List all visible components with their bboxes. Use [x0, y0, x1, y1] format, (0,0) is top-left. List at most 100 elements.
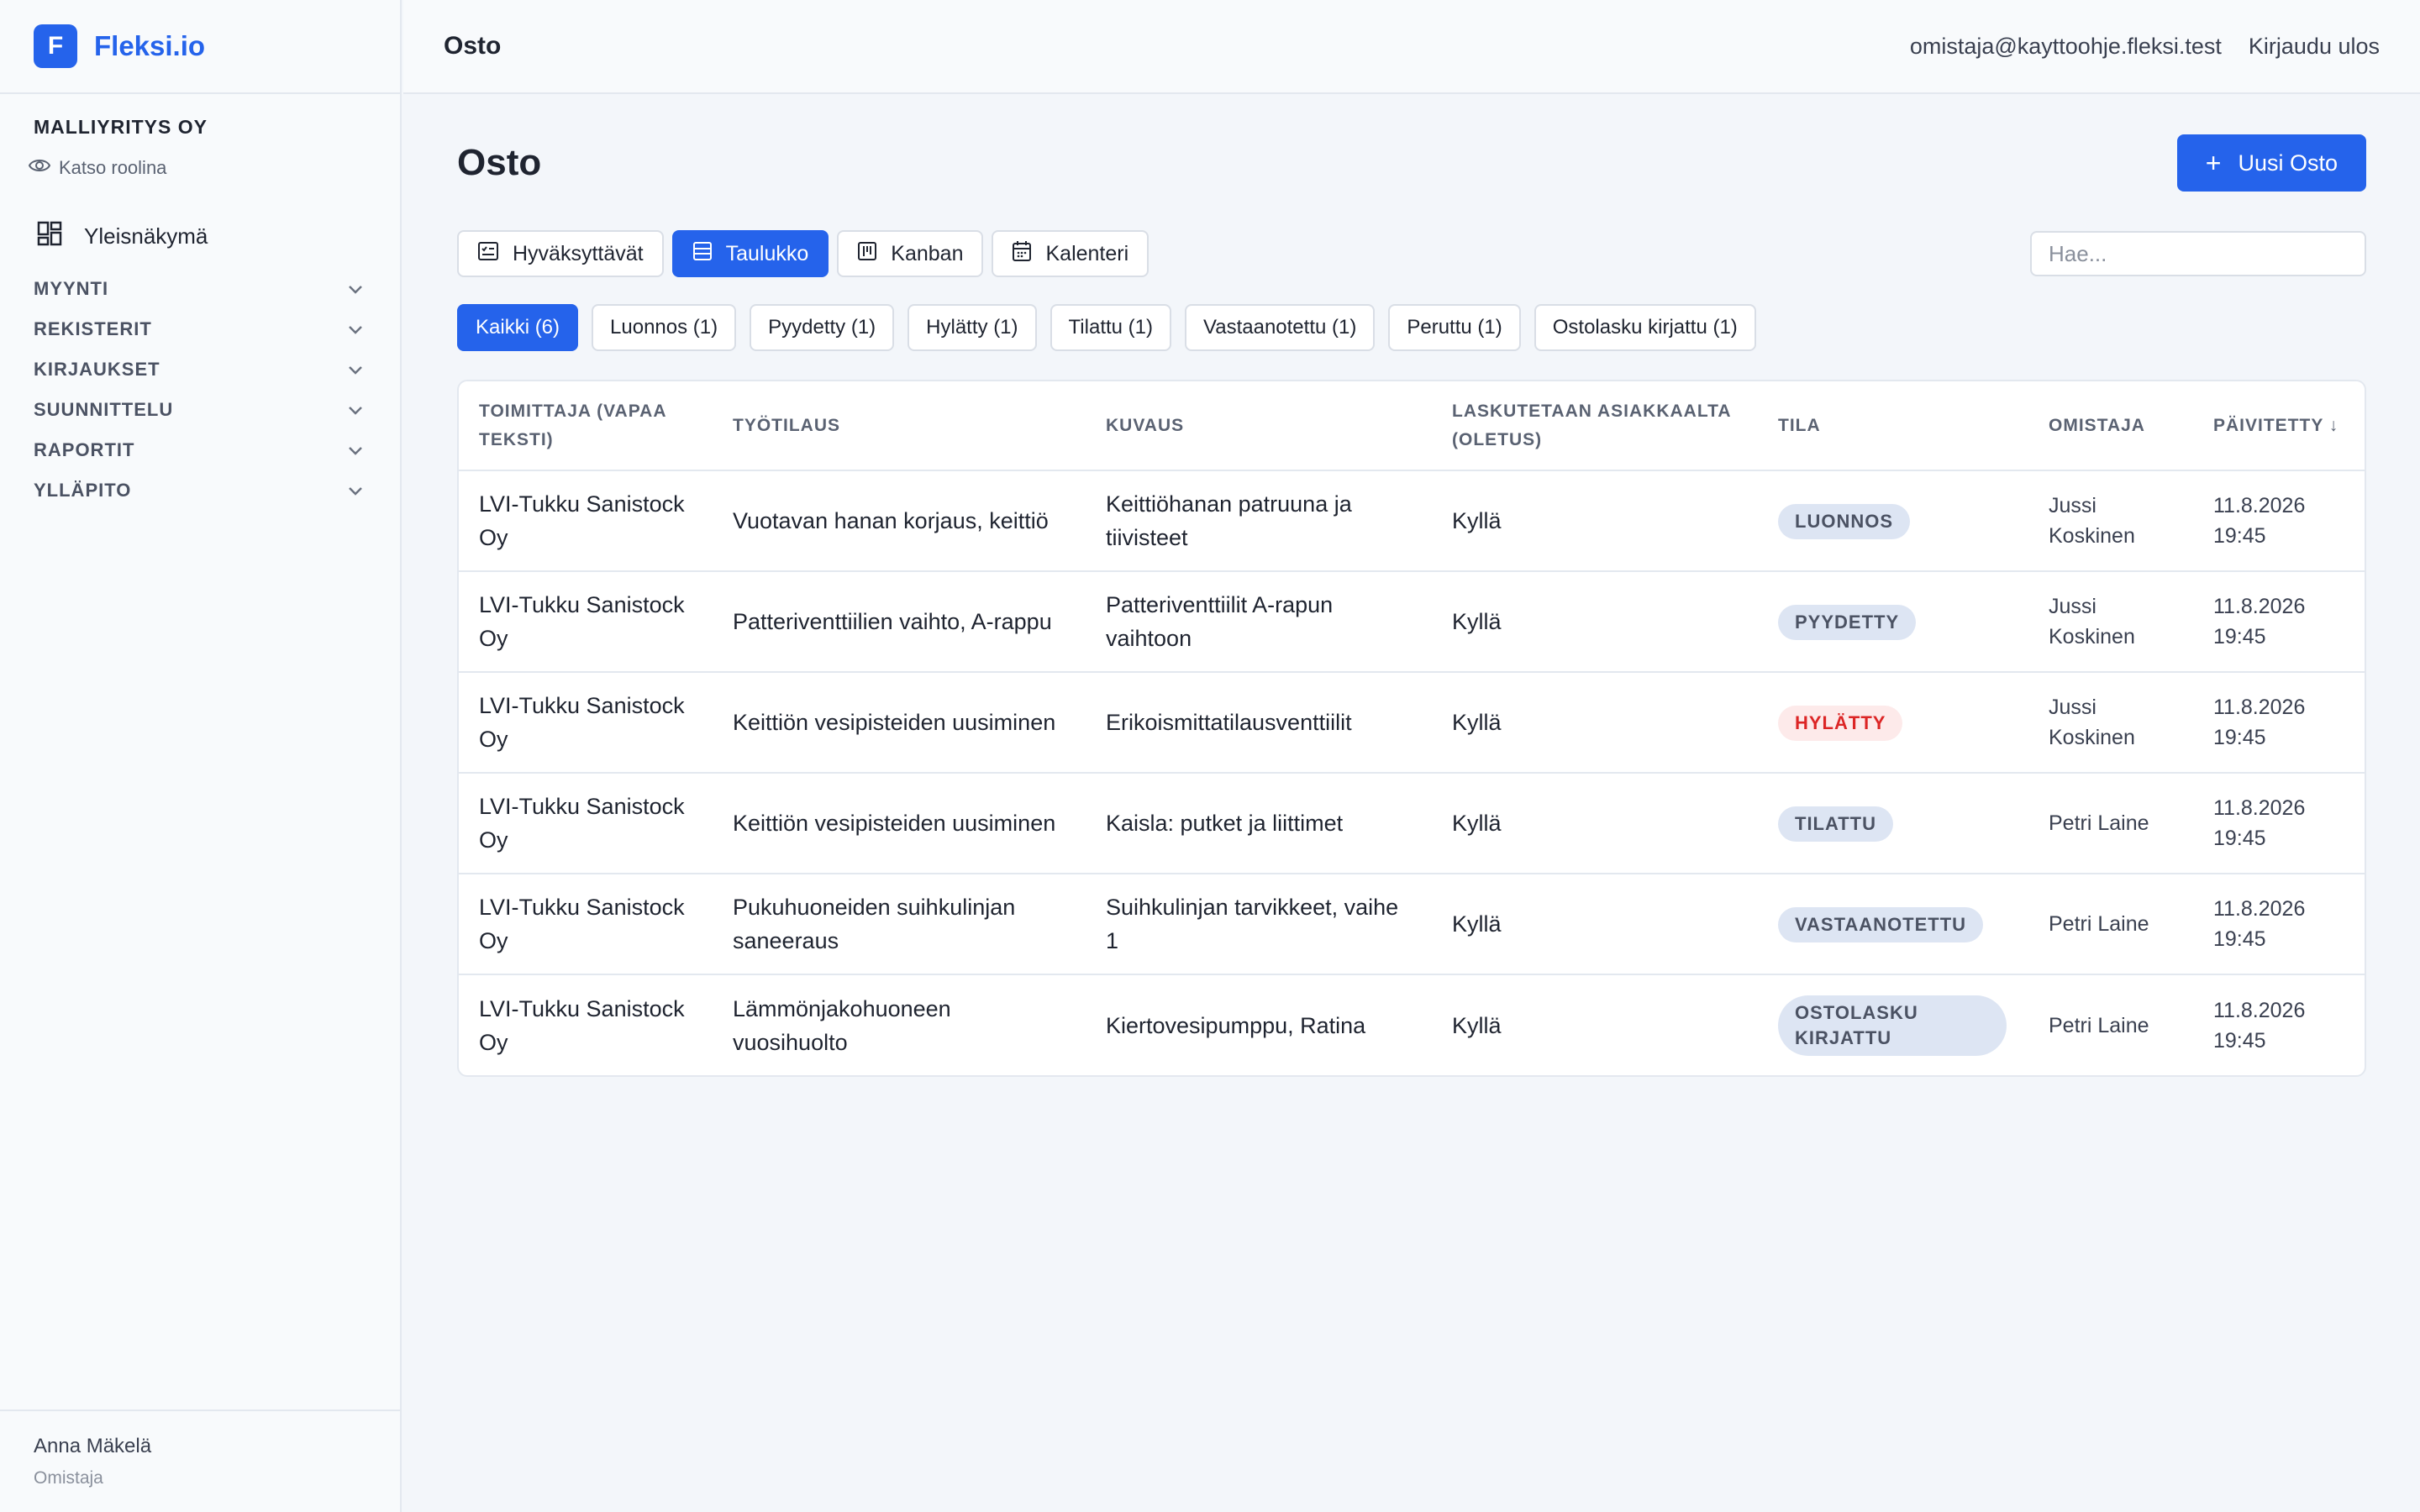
section-label: SUUNNITTELU [34, 399, 174, 420]
column-header-description[interactable]: KUVAUS [1086, 381, 1432, 471]
topbar-title: Osto [444, 32, 502, 60]
new-purchase-button[interactable]: + Uusi Osto [2176, 134, 2366, 192]
column-header-owner[interactable]: OMISTAJA [2028, 381, 2193, 471]
brand[interactable]: F Fleksi.io [0, 0, 400, 94]
logout-link[interactable]: Kirjaudu ulos [2249, 34, 2380, 60]
cell-work-order: Keittiön vesipisteiden uusiminen [713, 773, 1086, 874]
table-icon [692, 241, 726, 267]
status-badge: HYLÄTTY [1778, 705, 1903, 741]
cell-work-order: Vuotavan hanan korjaus, keittiö [713, 470, 1086, 572]
sidebar-section-myynti[interactable]: MYYNTI [0, 269, 400, 309]
cell-supplier: LVI-Tukku Sanistock Oy [459, 773, 713, 874]
tab-label: Kalenteri [1045, 241, 1129, 265]
cell-billed: Kyllä [1432, 773, 1758, 874]
filter-rejected[interactable]: Hylätty (1) [908, 304, 1037, 351]
cell-work-order: Pukuhuoneiden suihkulinjan saneeraus [713, 874, 1086, 975]
calendar-icon [1012, 240, 1045, 268]
cell-updated: 11.8.2026 19:45 [2193, 672, 2365, 774]
filter-ordered[interactable]: Tilattu (1) [1050, 304, 1171, 351]
plus-icon: + [2205, 148, 2222, 178]
cell-description: Patteriventtiilit A-rapun vaihtoon [1086, 571, 1432, 673]
cell-status: PYYDETTY [1758, 571, 2028, 673]
section-label: RAPORTIT [34, 439, 135, 460]
status-badge: TILATTU [1778, 806, 1894, 842]
cell-owner: Jussi Koskinen [2028, 571, 2193, 673]
company-name: MALLIYRITYS OY [34, 116, 208, 138]
sidebar-section-yllapito[interactable]: YLLÄPITO [0, 470, 400, 511]
cell-billed: Kyllä [1432, 672, 1758, 774]
table-row[interactable]: LVI-Tukku Sanistock Oy Keittiön vesipist… [459, 773, 2365, 874]
view-as-role-link[interactable]: Katso roolina [28, 157, 366, 179]
tab-kanban[interactable]: Kanban [837, 230, 984, 277]
table-row[interactable]: LVI-Tukku Sanistock Oy Keittiön vesipist… [459, 672, 2365, 774]
search-input[interactable] [2030, 231, 2366, 276]
sidebar-item-overview[interactable]: Yleisnäkymä [0, 221, 400, 252]
status-badge: VASTAANOTETTU [1778, 906, 1984, 942]
column-header-billed[interactable]: LASKUTETAAN ASIAKKAALTA (OLETUS) [1432, 381, 1758, 471]
table-row[interactable]: LVI-Tukku Sanistock Oy Pukuhuoneiden sui… [459, 874, 2365, 975]
page-header: Osto + Uusi Osto [457, 134, 2366, 192]
cell-owner: Jussi Koskinen [2028, 672, 2193, 774]
section-label: MYYNTI [34, 278, 109, 299]
page-title: Osto [457, 142, 542, 183]
table-row[interactable]: LVI-Tukku Sanistock Oy Lämmönjakohuoneen… [459, 974, 2365, 1075]
cell-billed: Kyllä [1432, 571, 1758, 673]
filter-draft[interactable]: Luonnos (1) [592, 304, 737, 351]
cell-owner: Petri Laine [2028, 874, 2193, 975]
cell-supplier: LVI-Tukku Sanistock Oy [459, 672, 713, 774]
chevron-down-icon [348, 359, 363, 381]
tab-label: Taulukko [725, 241, 809, 265]
cell-billed: Kyllä [1432, 470, 1758, 572]
cell-description: Suihkulinjan tarvikkeet, vaihe 1 [1086, 874, 1432, 975]
section-label: REKISTERIT [34, 318, 152, 339]
chevron-down-icon [348, 318, 363, 340]
column-header-supplier[interactable]: TOIMITTAJA (VAPAA TEKSTI) [459, 381, 713, 471]
cell-billed: Kyllä [1452, 1012, 1502, 1038]
cell-owner: Petri Laine [2028, 773, 2193, 874]
cell-billed: Kyllä [1432, 874, 1758, 975]
user-role: Omistaja [34, 1468, 103, 1488]
tab-calendar[interactable]: Kalenteri [992, 230, 1150, 277]
tab-approvals[interactable]: Hyväksyttävät [457, 230, 664, 277]
sidebar-section-rekisterit[interactable]: REKISTERIT [0, 309, 400, 349]
filter-requested[interactable]: Pyydetty (1) [750, 304, 895, 351]
cell-updated: 11.8.2026 19:45 [2213, 998, 2306, 1053]
section-label: KIRJAUKSET [34, 359, 160, 380]
status-filters: Kaikki (6) Luonnos (1) Pyydetty (1) Hylä… [457, 304, 2366, 351]
kanban-icon [857, 241, 891, 267]
cell-updated: 11.8.2026 19:45 [2193, 571, 2365, 673]
view-toolbar: Hyväksyttävät Taulukko Kanban Kalenteri [457, 230, 2366, 277]
view-tabs: Hyväksyttävät Taulukko Kanban Kalenteri [457, 230, 1150, 277]
current-user[interactable]: Anna Mäkelä Omistaja [0, 1410, 400, 1512]
column-header-updated[interactable]: PÄIVITETTY ↓ [2193, 381, 2365, 471]
tab-table[interactable]: Taulukko [671, 230, 829, 277]
brand-logo: F [34, 24, 77, 68]
dashboard-icon [37, 221, 84, 252]
new-purchase-label: Uusi Osto [2238, 150, 2338, 176]
cell-status: VASTAANOTETTU [1758, 874, 2028, 975]
sidebar-section-raportit[interactable]: RAPORTIT [0, 430, 400, 470]
sidebar-section-suunnittelu[interactable]: SUUNNITTELU [0, 390, 400, 430]
user-email: omistaja@kayttoohje.fleksi.test [1909, 33, 2222, 59]
cell-description: Keittiöhanan patruuna ja tiivisteet [1086, 470, 1432, 572]
status-badge: LUONNOS [1778, 503, 1910, 539]
main-content: Osto + Uusi Osto Hyväksyttävät Taulukko … [403, 94, 2420, 1512]
filter-received[interactable]: Vastaanotettu (1) [1185, 304, 1376, 351]
chevron-down-icon [348, 439, 363, 461]
sidebar-section-kirjaukset[interactable]: KIRJAUKSET [0, 349, 400, 390]
cell-supplier: LVI-Tukku Sanistock Oy [459, 571, 713, 673]
table-row[interactable]: LVI-Tukku Sanistock Oy Vuotavan hanan ko… [459, 470, 2365, 572]
table-row[interactable]: LVI-Tukku Sanistock Oy Patteriventtiilie… [459, 571, 2365, 673]
sidebar: F Fleksi.io MALLIYRITYS OY Katso roolina… [0, 0, 402, 1512]
filter-all[interactable]: Kaikki (6) [457, 304, 579, 351]
filter-cancelled[interactable]: Peruttu (1) [1388, 304, 1521, 351]
column-header-work-order[interactable]: TYÖTILAUS [713, 381, 1086, 471]
cell-status: TILATTU [1758, 773, 2028, 874]
cell-updated: 11.8.2026 19:45 [2193, 874, 2365, 975]
filter-invoice-recorded[interactable]: Ostolasku kirjattu (1) [1534, 304, 1756, 351]
company-box: MALLIYRITYS OY Katso roolina [0, 94, 400, 179]
sidebar-item-label: Yleisnäkymä [84, 223, 208, 249]
cell-work-order: Keittiön vesipisteiden uusiminen [713, 672, 1086, 774]
column-header-status[interactable]: TILA [1758, 381, 2028, 471]
chevron-down-icon [348, 399, 363, 421]
